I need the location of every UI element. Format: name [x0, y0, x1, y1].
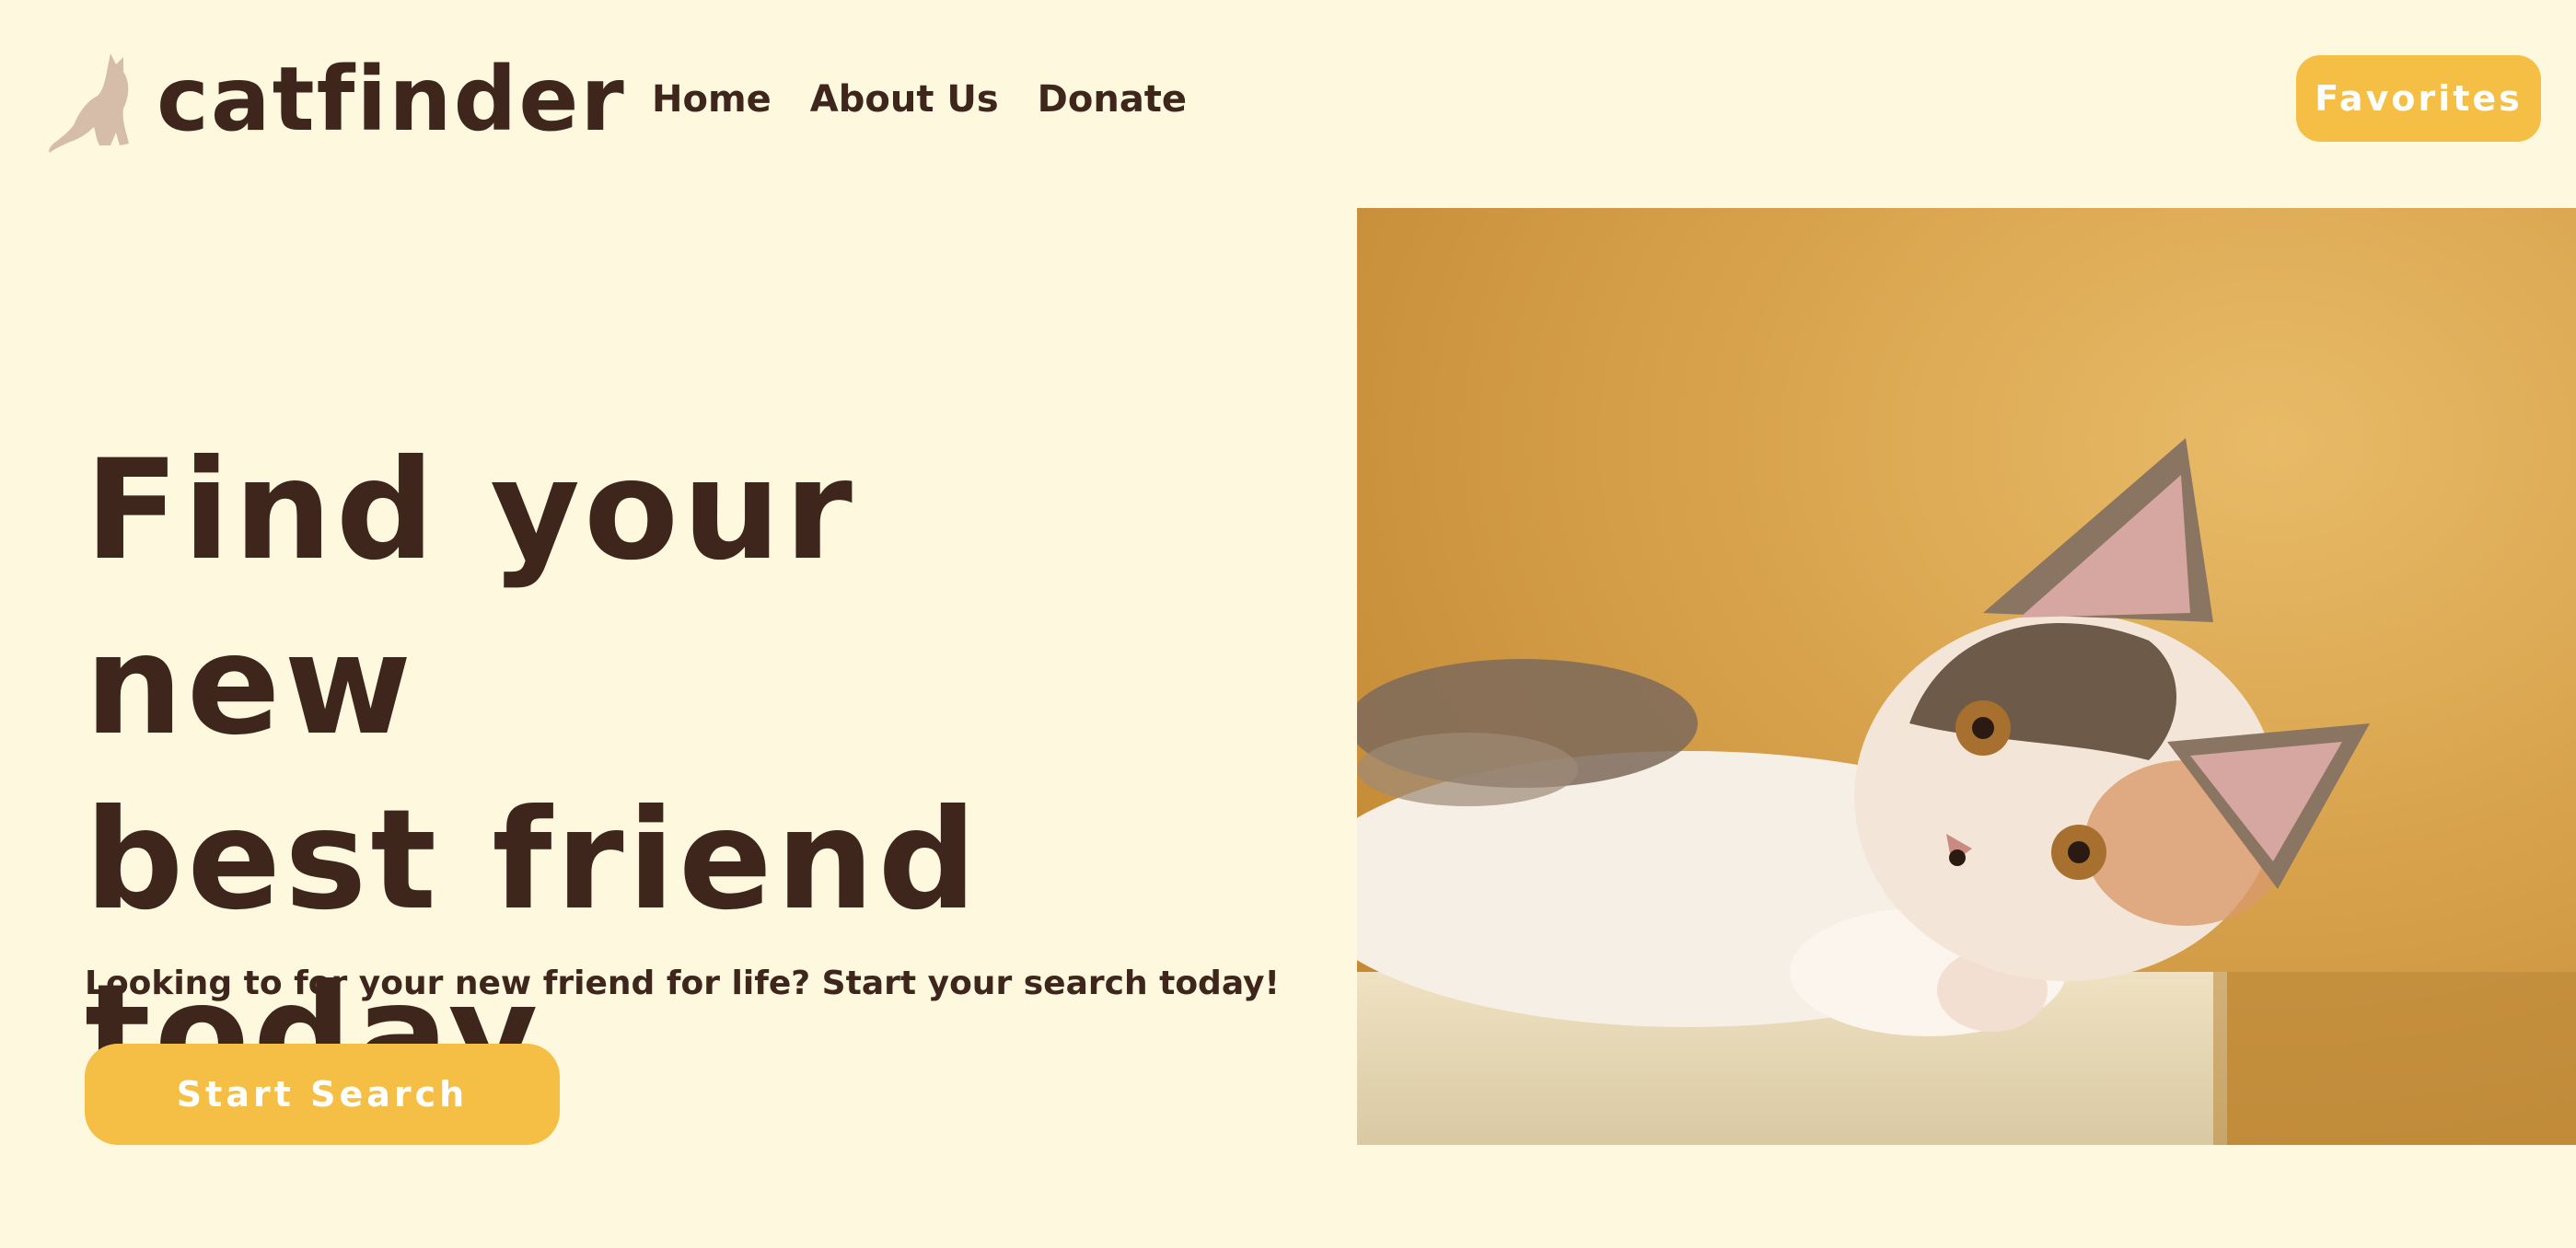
- brand-name: catfinder: [157, 48, 626, 151]
- nav-home-link[interactable]: Home: [652, 78, 772, 121]
- site-header: catfinder Home About Us Donate Favorites: [0, 0, 2576, 202]
- kitten-illustration: [1357, 208, 2576, 1145]
- hero-kitten-image: [1357, 208, 2576, 1145]
- nav-about-link[interactable]: About Us: [810, 78, 999, 121]
- favorites-button[interactable]: Favorites: [2296, 55, 2541, 142]
- brand-logo[interactable]: catfinder: [46, 44, 626, 155]
- hero-title-line: best friend: [85, 780, 981, 941]
- hero-title: Find your new best friend today: [85, 423, 1189, 1123]
- page: catfinder Home About Us Donate Favorites…: [0, 0, 2576, 1248]
- main-nav: Home About Us Donate: [652, 72, 1187, 127]
- hero-title-line: Find your new: [85, 431, 856, 766]
- hero-subtitle: Looking to for your new friend for life?…: [85, 965, 1280, 1002]
- start-search-button[interactable]: Start Search: [85, 1044, 560, 1145]
- cat-silhouette-icon: [49, 53, 129, 153]
- nav-donate-link[interactable]: Donate: [1038, 78, 1187, 121]
